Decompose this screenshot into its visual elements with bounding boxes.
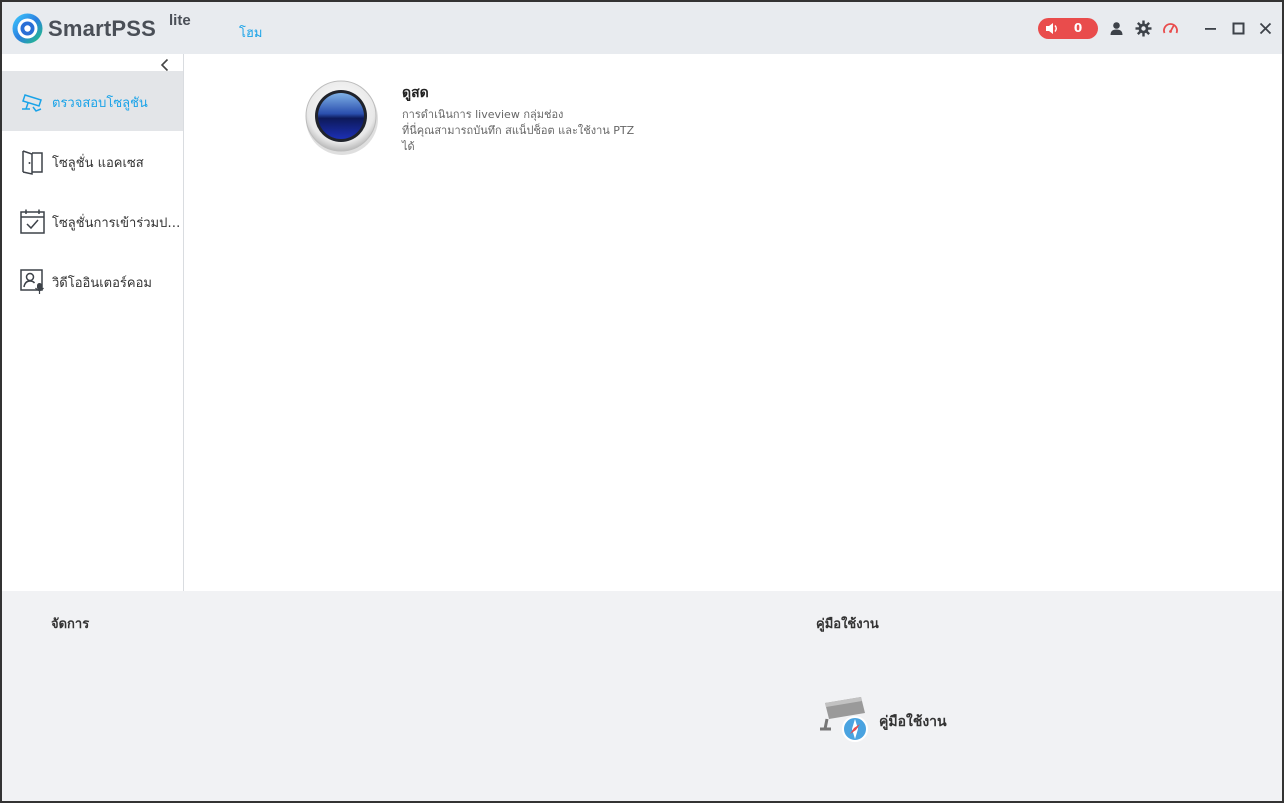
sidebar-item-access[interactable]: โซลูชั่น แอคเซส [2, 131, 183, 191]
alarm-count: 0 [1073, 21, 1083, 35]
sidebar-item-intercom[interactable]: วิดีโออินเตอร์คอม [2, 251, 183, 311]
door-icon [22, 150, 43, 175]
live-view-card[interactable]: ดูสด การดำเนินการ liveview กลุ่มช่อง ที่… [304, 79, 684, 169]
calendar-check-icon [20, 209, 45, 234]
manage-section-title: จัดการ [51, 617, 90, 632]
live-view-description: การดำเนินการ liveview กลุ่มช่อง ที่นี่คุ… [402, 107, 652, 155]
live-view-title: ดูสด [402, 85, 429, 101]
close-icon[interactable] [1257, 20, 1274, 37]
live-view-desc-line: ที่นี่คุณสามารถบันทึก สแน็ปช็อต และใช้งา… [402, 124, 635, 137]
manual-section-title: คู่มือใช้งาน [816, 617, 879, 632]
intercom-icon [20, 269, 44, 294]
sidebar-item-label: โซลูชั่น แอคเซส [52, 156, 144, 171]
live-view-desc-line: การดำเนินการ liveview กลุ่มช่อง [402, 108, 564, 121]
sidebar-item-label: โซลูชั่นการเข้าร่วมปร... [52, 216, 183, 231]
smartpss-logo-icon [12, 13, 43, 44]
live-view-desc-line: ได้ [402, 140, 415, 153]
brand-name: SmartPSS [48, 16, 156, 41]
sidebar-item-label: ตรวจสอบโซลูชัน [52, 96, 148, 111]
gear-icon[interactable] [1135, 20, 1152, 37]
tab-home[interactable]: โฮม [239, 22, 263, 43]
title-bar: SmartPSS lite โฮม 0 [2, 2, 1282, 54]
bottom-panel: จัดการ คู่มือใช้งาน คู่มือใช้งาน [2, 591, 1282, 801]
user-icon[interactable] [1108, 20, 1125, 37]
brand-suffix: lite [169, 12, 191, 29]
performance-gauge-icon[interactable] [1162, 20, 1179, 37]
minimize-icon[interactable] [1202, 20, 1219, 37]
main-content: ดูสด การดำเนินการ liveview กลุ่มช่อง ที่… [184, 54, 1282, 591]
sidebar-item-label: วิดีโออินเตอร์คอม [52, 276, 152, 291]
maximize-icon[interactable] [1230, 20, 1247, 37]
alarm-button[interactable]: 0 [1038, 18, 1098, 39]
live-view-icon [305, 80, 378, 155]
sidebar-item-surveillance[interactable]: ตรวจสอบโซลูชัน [2, 71, 183, 131]
user-manual-card[interactable]: คู่มือใช้งาน [817, 693, 977, 753]
sidebar: ตรวจสอบโซลูชัน โซลูชั่น แอคเซส โซลูชั่นก… [2, 54, 184, 591]
user-manual-icon [820, 697, 868, 742]
sidebar-item-attendance[interactable]: โซลูชั่นการเข้าร่วมปร... [2, 191, 183, 251]
surveillance-camera-icon [22, 94, 42, 112]
user-manual-label: คู่มือใช้งาน [879, 714, 947, 730]
speaker-icon [1046, 23, 1057, 34]
app-window: SmartPSS lite โฮม 0 ตรวจสอบโซลูชัน โซลูช… [0, 0, 1284, 803]
